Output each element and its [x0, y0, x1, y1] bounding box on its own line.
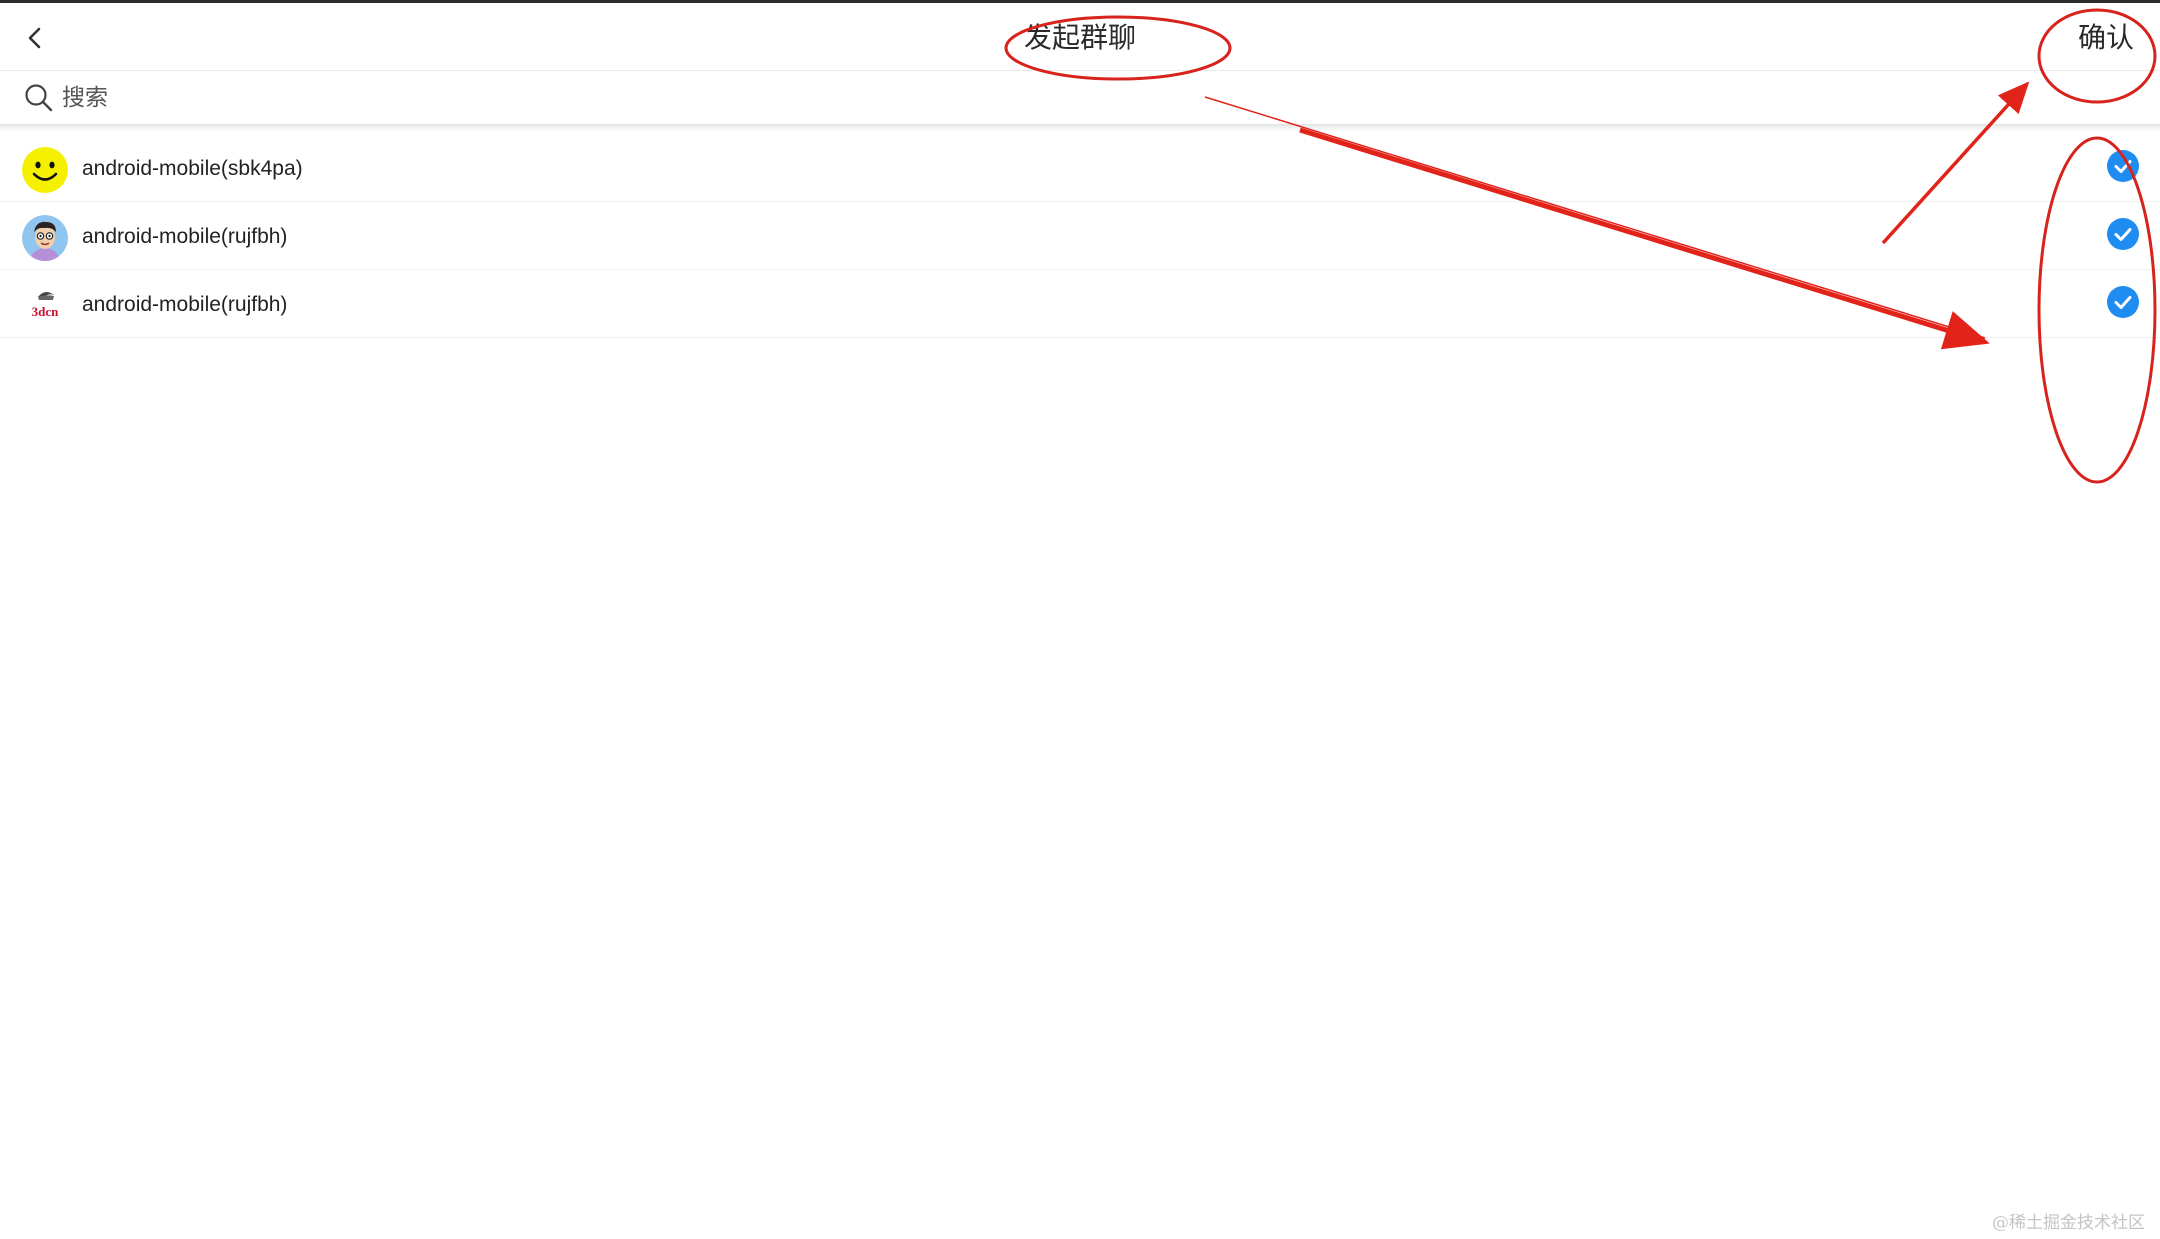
chevron-left-icon [28, 27, 41, 49]
contact-name: android-mobile(rujfbh) [82, 293, 288, 316]
checkbox-checked-icon[interactable] [2107, 218, 2139, 250]
search-icon [25, 84, 53, 112]
svg-text:3dcn: 3dcn [32, 304, 60, 319]
search-input[interactable] [60, 77, 1664, 119]
smiley-face-avatar [22, 147, 68, 193]
confirm-button[interactable]: 确认 [2078, 19, 2134, 57]
header-bar: 发起群聊 确认 [0, 3, 2160, 71]
watermark: @稀土掘金技术社区 [1992, 1213, 2145, 1233]
search-bar [0, 71, 2160, 125]
checkbox-checked-icon[interactable] [2107, 286, 2139, 318]
list-item[interactable]: 3dcn android-mobile(rujfbh) [0, 270, 2160, 338]
back-button[interactable] [20, 17, 54, 59]
list-item[interactable]: android-mobile(rujfbh) [0, 202, 2160, 270]
contact-name: android-mobile(sbk4pa) [82, 157, 303, 180]
3dcn-logo-avatar: 3dcn [22, 283, 68, 329]
contact-list: android-mobile(sbk4pa) android-mobile(ru… [0, 134, 2160, 338]
search-divider-shadow [0, 124, 2160, 132]
cartoon-man-avatar [22, 215, 68, 261]
list-item[interactable]: android-mobile(sbk4pa) [0, 134, 2160, 202]
contact-name: android-mobile(rujfbh) [82, 225, 288, 248]
checkbox-checked-icon[interactable] [2107, 150, 2139, 182]
page-title: 发起群聊 [1023, 21, 1136, 54]
